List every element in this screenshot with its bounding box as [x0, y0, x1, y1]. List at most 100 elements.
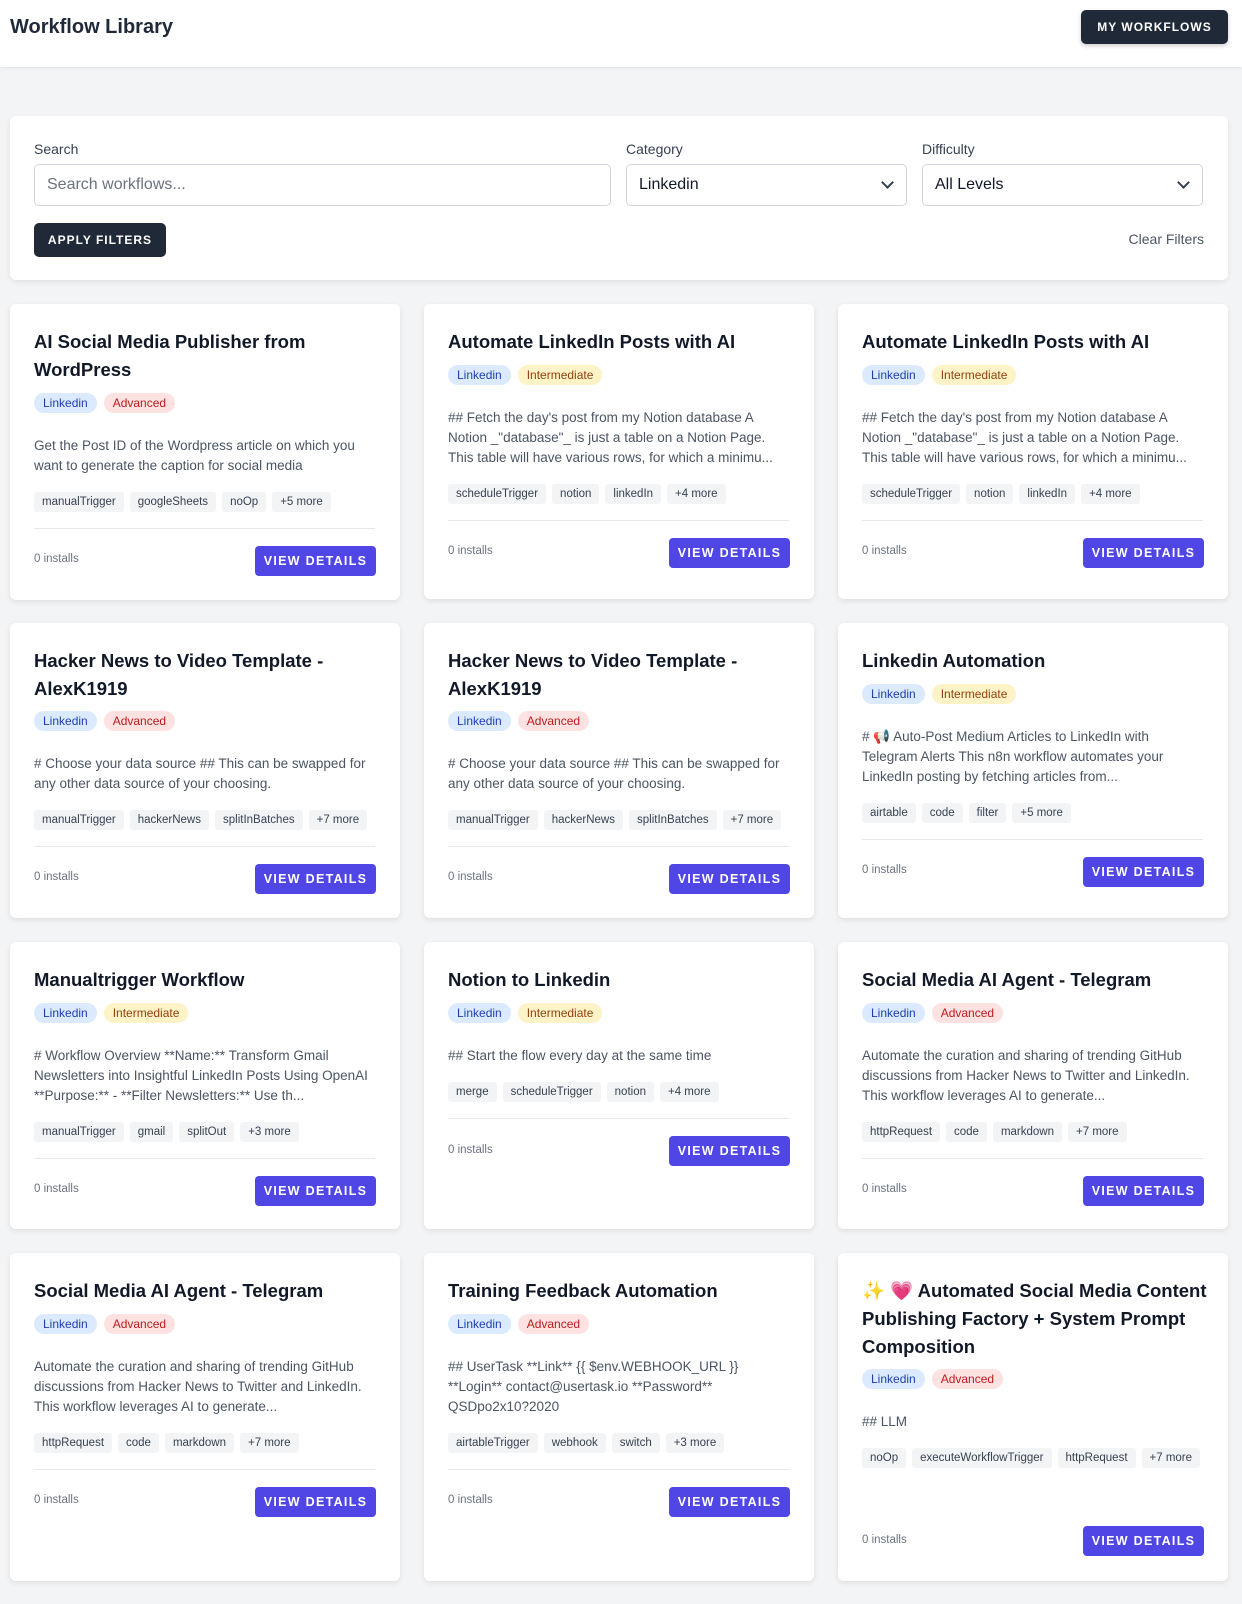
category-badge: Linkedin: [448, 711, 511, 731]
card-title: Social Media AI Agent - Telegram: [34, 1280, 324, 1301]
card-tags: scheduleTrigger notion linkedIn +4 more: [862, 484, 1207, 504]
more-tags-count: +7 more: [308, 810, 368, 830]
view-details-button[interactable]: VIEW DETAILS: [1083, 1526, 1204, 1556]
card-description: ## LLM: [862, 1414, 908, 1429]
card-description: # Choose your data source ## This can be…: [34, 756, 366, 791]
card-divider: [862, 1158, 1203, 1159]
view-details-button[interactable]: VIEW DETAILS: [255, 864, 376, 894]
card-description: Get the Post ID of the Wordpress article…: [34, 438, 355, 473]
view-details-button[interactable]: VIEW DETAILS: [1083, 857, 1204, 887]
node-tag: httpRequest: [1057, 1448, 1136, 1468]
install-count: 0 installs: [862, 545, 907, 557]
node-tag: manualTrigger: [448, 810, 538, 830]
card-title: Linkedin Automation: [862, 650, 1046, 671]
node-tag: notion: [966, 484, 1014, 504]
node-tag: googleSheets: [129, 492, 217, 512]
category-badge: Linkedin: [34, 1003, 97, 1023]
difficulty-badge: Advanced: [103, 393, 176, 413]
category-badge: Linkedin: [34, 711, 97, 731]
card-title: Manualtrigger Workflow: [34, 969, 245, 990]
card-badges: Linkedin Advanced: [448, 1314, 590, 1334]
card-tags: scheduleTrigger notion linkedIn +4 more: [448, 484, 793, 504]
more-tags-count: +3 more: [665, 1433, 725, 1453]
card-tags: noOp executeWorkflowTrigger httpRequest …: [862, 1448, 1207, 1468]
card-divider: [862, 520, 1203, 521]
search-input[interactable]: Search workflows...: [34, 164, 611, 206]
node-tag: splitInBatches: [629, 810, 717, 830]
card-description: Automate the curation and sharing of tre…: [862, 1048, 1190, 1103]
card-badges: Linkedin Intermediate: [862, 365, 1017, 385]
apply-filters-button[interactable]: APPLY FILTERS: [34, 223, 166, 257]
view-details-button[interactable]: VIEW DETAILS: [669, 864, 790, 894]
node-tag: notion: [552, 484, 600, 504]
card-tags: manualTrigger hackerNews splitInBatches …: [448, 810, 793, 830]
workflow-card: Automate LinkedIn Posts with AI Linkedin…: [838, 304, 1228, 599]
node-tag: code: [118, 1433, 159, 1453]
card-tags: airtable code filter +5 more: [862, 803, 1207, 823]
card-divider: [34, 1469, 375, 1470]
card-tags: httpRequest code markdown +7 more: [862, 1122, 1207, 1142]
view-details-button[interactable]: VIEW DETAILS: [255, 1176, 376, 1206]
workflow-card: Hacker News to Video Template - AlexK191…: [10, 623, 400, 918]
node-tag: noOp: [222, 492, 267, 512]
difficulty-badge: Intermediate: [517, 365, 603, 385]
node-tag: noOp: [862, 1448, 907, 1468]
difficulty-badge: Advanced: [103, 1314, 176, 1334]
card-badges: Linkedin Advanced: [862, 1369, 1004, 1389]
card-title: Training Feedback Automation: [448, 1280, 718, 1301]
workflow-card: Training Feedback Automation Linkedin Ad…: [424, 1253, 814, 1581]
category-badge: Linkedin: [448, 1003, 511, 1023]
node-tag: httpRequest: [862, 1122, 941, 1142]
clear-filters-link[interactable]: Clear Filters: [1129, 231, 1204, 247]
difficulty-badge: Advanced: [931, 1369, 1004, 1389]
node-tag: httpRequest: [34, 1433, 113, 1453]
workflow-card: Linkedin Automation Linkedin Intermediat…: [838, 623, 1228, 918]
card-badges: Linkedin Advanced: [862, 1003, 1004, 1023]
node-tag: airtable: [862, 803, 916, 823]
more-tags-count: +5 more: [1012, 803, 1071, 823]
node-tag: executeWorkflowTrigger: [912, 1448, 1052, 1468]
view-details-button[interactable]: VIEW DETAILS: [255, 546, 376, 576]
node-tag: splitInBatches: [215, 810, 303, 830]
category-badge: Linkedin: [862, 1369, 925, 1389]
card-badges: Linkedin Intermediate: [34, 1003, 189, 1023]
difficulty-badge: Intermediate: [517, 1003, 603, 1023]
card-description: ## Fetch the day's post from my Notion d…: [448, 410, 773, 465]
install-count: 0 installs: [34, 1494, 79, 1506]
install-count: 0 installs: [862, 864, 907, 876]
card-title: Social Media AI Agent - Telegram: [862, 969, 1152, 990]
view-details-button[interactable]: VIEW DETAILS: [669, 538, 790, 568]
install-count: 0 installs: [448, 1144, 493, 1156]
difficulty-badge: Intermediate: [103, 1003, 189, 1023]
card-title: AI Social Media Publisher from WordPress: [34, 331, 306, 380]
node-tag: scheduleTrigger: [862, 484, 961, 504]
card-title: Notion to Linkedin: [448, 969, 611, 990]
difficulty-badge: Advanced: [517, 1314, 590, 1334]
card-divider: [862, 839, 1203, 840]
category-select[interactable]: Linkedin: [626, 164, 907, 206]
difficulty-select[interactable]: All Levels: [922, 164, 1203, 206]
card-divider: [448, 846, 789, 847]
category-badge: Linkedin: [862, 1003, 925, 1023]
install-count: 0 installs: [448, 545, 493, 557]
view-details-button[interactable]: VIEW DETAILS: [669, 1136, 790, 1166]
difficulty-badge: Advanced: [931, 1003, 1004, 1023]
view-details-button[interactable]: VIEW DETAILS: [1083, 538, 1204, 568]
view-details-button[interactable]: VIEW DETAILS: [1083, 1176, 1204, 1206]
my-workflows-button[interactable]: MY WORKFLOWS: [1081, 10, 1228, 44]
view-details-button[interactable]: VIEW DETAILS: [669, 1487, 790, 1517]
difficulty-select-value: All Levels: [935, 176, 1004, 193]
difficulty-badge: Advanced: [517, 711, 590, 731]
card-badges: Linkedin Intermediate: [862, 684, 1017, 704]
view-details-button[interactable]: VIEW DETAILS: [255, 1487, 376, 1517]
card-divider: [448, 520, 789, 521]
workflow-card: Hacker News to Video Template - AlexK191…: [424, 623, 814, 918]
card-divider: [34, 1158, 375, 1159]
more-tags-count: +7 more: [1141, 1448, 1201, 1468]
workflow-card: AI Social Media Publisher from WordPress…: [10, 304, 400, 600]
node-tag: merge: [448, 1082, 497, 1102]
difficulty-badge: Advanced: [103, 711, 176, 731]
card-description: # 📢 Auto-Post Medium Articles to LinkedI…: [862, 729, 1164, 784]
difficulty-badge: Intermediate: [931, 365, 1017, 385]
category-label: Category: [626, 141, 683, 157]
